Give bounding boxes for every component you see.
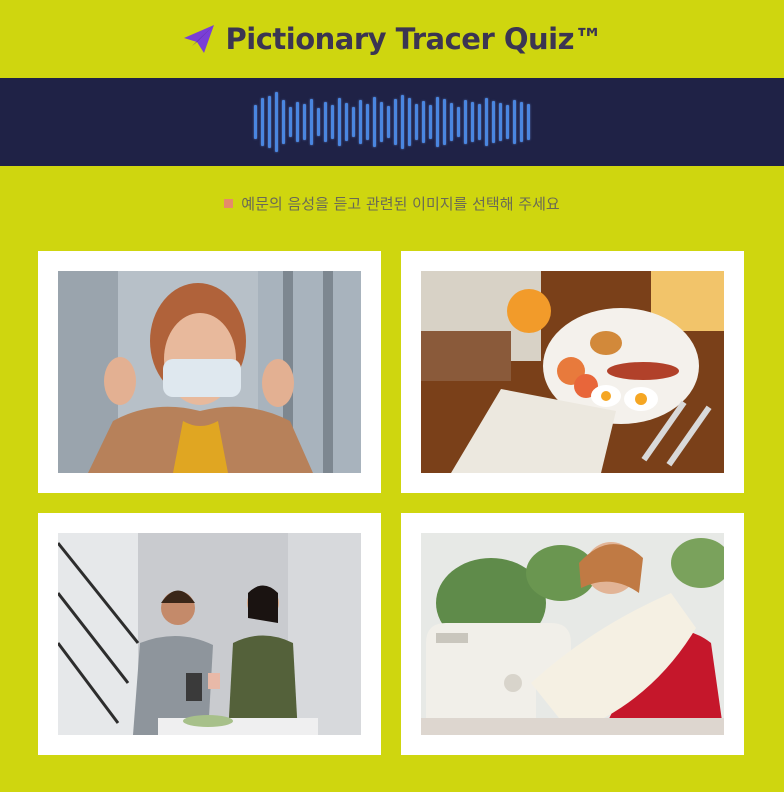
waveform-bar <box>338 98 341 146</box>
answer-option-1[interactable] <box>38 251 381 493</box>
audio-play-button[interactable] <box>0 78 784 166</box>
waveform-bar <box>415 104 418 140</box>
waveform-bar <box>275 92 278 152</box>
waveform-bar <box>429 105 432 139</box>
waveform-bar <box>457 107 460 137</box>
waveform-bar <box>254 105 257 139</box>
waveform-bar <box>317 108 320 136</box>
answer-option-3[interactable] <box>38 513 381 755</box>
waveform-icon <box>254 90 530 154</box>
answer-option-4[interactable] <box>401 513 744 755</box>
option-3-image <box>58 533 361 735</box>
bullet-icon <box>224 199 234 208</box>
waveform-bar <box>261 98 264 146</box>
waveform-bar <box>296 102 299 142</box>
waveform-bar <box>282 100 285 144</box>
waveform-bar <box>443 99 446 145</box>
waveform-bar <box>394 99 397 145</box>
waveform-bar <box>331 105 334 139</box>
waveform-bar <box>359 100 362 144</box>
title-group: Pictionary Tracer Quiz™ <box>182 22 603 56</box>
waveform-bar <box>436 97 439 147</box>
page-title: Pictionary Tracer Quiz™ <box>225 22 603 56</box>
option-1-image <box>58 271 361 473</box>
waveform-bar <box>485 98 488 146</box>
waveform-bar <box>527 104 530 140</box>
waveform-bar <box>366 104 369 140</box>
paper-plane-icon <box>183 25 214 53</box>
waveform-bar <box>387 106 390 138</box>
option-4-image <box>421 533 724 735</box>
waveform-bar <box>352 107 355 137</box>
waveform-bar <box>492 101 495 143</box>
header: Pictionary Tracer Quiz™ <box>0 0 784 78</box>
waveform-bar <box>401 95 404 149</box>
waveform-bar <box>471 102 474 142</box>
waveform-bar <box>478 104 481 140</box>
waveform-bar <box>324 102 327 142</box>
waveform-bar <box>303 104 306 140</box>
waveform-bar <box>513 100 516 144</box>
instruction: 예문의 음성을 듣고 관련된 이미지를 선택해 주세요 <box>0 193 784 214</box>
waveform-bar <box>408 98 411 146</box>
waveform-bar <box>499 103 502 141</box>
answer-option-2[interactable] <box>401 251 744 493</box>
waveform-bar <box>289 107 292 137</box>
waveform-bar <box>450 103 453 141</box>
waveform-bar <box>268 96 271 148</box>
option-2-image <box>421 271 724 473</box>
waveform-bar <box>373 97 376 147</box>
waveform-bar <box>520 102 523 142</box>
waveform-bar <box>422 101 425 143</box>
waveform-bar <box>464 100 467 144</box>
waveform-bar <box>345 103 348 141</box>
instruction-text: 예문의 음성을 듣고 관련된 이미지를 선택해 주세요 <box>241 195 560 213</box>
waveform-bar <box>380 102 383 142</box>
waveform-bar <box>310 99 313 145</box>
waveform-bar <box>506 105 509 139</box>
